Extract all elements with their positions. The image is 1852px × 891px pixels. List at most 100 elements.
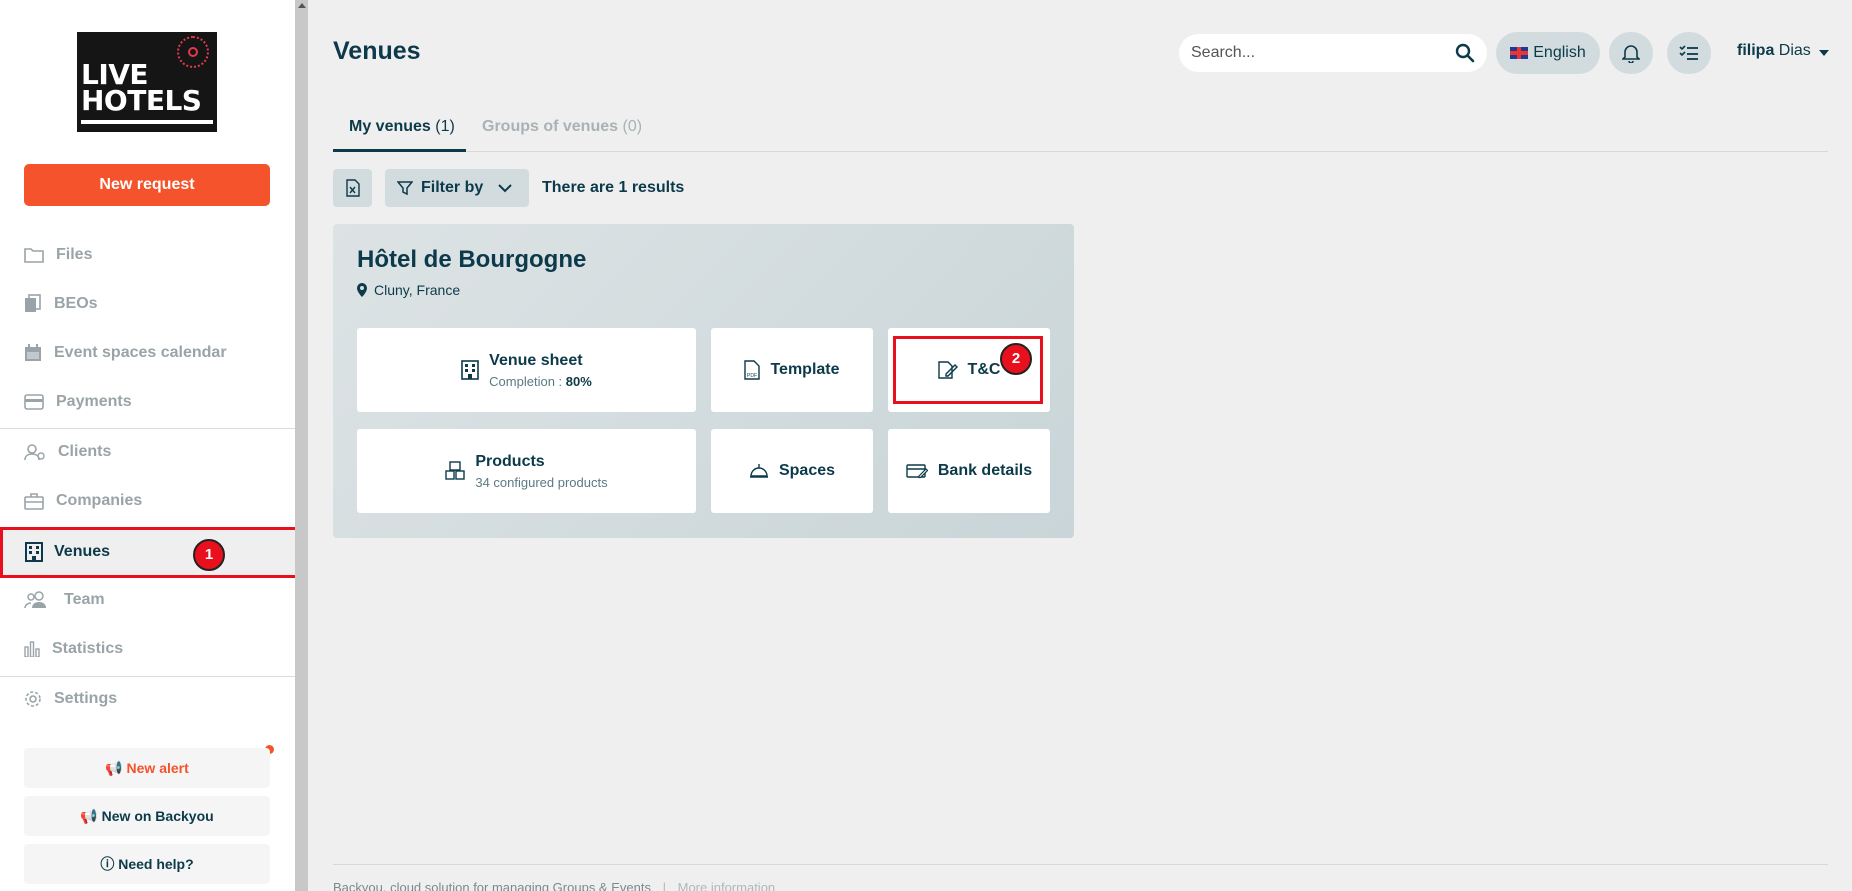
tab-groups-of-venues[interactable]: Groups of venues (0) <box>482 118 642 136</box>
bell-icon <box>1622 45 1640 63</box>
tab-label: My venues <box>349 118 431 135</box>
venue-sheet-tile[interactable]: Venue sheet Completion : 80% <box>357 328 696 412</box>
chevron-down-icon <box>498 184 512 193</box>
sidebar-item-companies[interactable]: Companies <box>24 486 142 516</box>
bar-chart-icon <box>24 641 40 657</box>
folder-icon <box>24 248 44 263</box>
tab-label: Groups of venues <box>482 118 619 135</box>
building-icon <box>461 360 479 380</box>
completion-text: Completion : 80% <box>489 374 592 389</box>
new-on-backyou-label: New on Backyou <box>101 808 214 824</box>
tasks-button[interactable] <box>1667 32 1711 74</box>
sidebar-divider <box>0 676 295 677</box>
user-menu[interactable]: filipa Dias <box>1737 42 1811 60</box>
tabs-divider <box>333 151 1828 152</box>
pdf-file-icon: PDF <box>744 360 761 380</box>
new-on-backyou-button[interactable]: 📢 New on Backyou <box>24 796 270 836</box>
products-title: Products <box>475 452 545 470</box>
checklist-icon <box>1679 45 1698 60</box>
boxes-icon <box>445 461 466 480</box>
footer-text: Backyou, cloud solution for managing Gro… <box>333 880 651 891</box>
clients-icon <box>24 444 45 461</box>
card-edit-icon <box>906 464 928 479</box>
sidebar-item-label: Companies <box>56 492 143 509</box>
sidebar-item-event-spaces-calendar[interactable]: Event spaces calendar <box>24 338 227 368</box>
tab-active-indicator <box>333 149 466 152</box>
sidebar-item-payments[interactable]: Payments <box>24 387 132 417</box>
venue-location: Cluny, France <box>357 282 460 298</box>
search-box[interactable] <box>1179 34 1487 72</box>
sidebar-item-label: Statistics <box>52 640 124 657</box>
bank-details-title: Bank details <box>937 462 1033 479</box>
more-information-link[interactable]: More information <box>678 880 776 891</box>
briefcase-icon <box>24 493 44 510</box>
sidebar-item-clients[interactable]: Clients <box>24 437 111 467</box>
bank-details-tile[interactable]: Bank details <box>888 429 1050 513</box>
export-excel-button[interactable] <box>333 169 372 207</box>
help-circle-icon: ⓘ <box>100 856 115 872</box>
sidebar-scrollbar[interactable] <box>295 0 308 891</box>
new-alert-button[interactable]: 📢 New alert <box>24 748 270 788</box>
results-count: There are 1 results <box>542 179 685 196</box>
sidebar-item-label: Venues <box>54 543 111 560</box>
excel-file-icon <box>345 179 360 197</box>
sidebar-item-label: Team <box>64 591 105 608</box>
spaces-title: Spaces <box>778 462 836 479</box>
svg-text:PDF: PDF <box>747 373 757 379</box>
lamp-icon <box>749 464 768 478</box>
sidebar-divider <box>0 428 295 429</box>
new-alert-label: New alert <box>126 760 189 776</box>
sidebar-item-label: Event spaces calendar <box>54 344 227 361</box>
footer: Backyou, cloud solution for managing Gro… <box>333 880 775 891</box>
sidebar-item-settings[interactable]: Settings <box>24 684 117 714</box>
notifications-button[interactable] <box>1609 32 1653 74</box>
sidebar: LIVE HOTELS New request Files BEOs Event… <box>0 0 301 891</box>
sidebar-item-files[interactable]: Files <box>24 240 92 270</box>
megaphone-icon: 📢 <box>105 760 123 776</box>
new-request-button[interactable]: New request <box>24 164 270 206</box>
user-first-name: filipa <box>1737 42 1775 59</box>
need-help-label: Need help? <box>118 856 194 872</box>
search-input[interactable] <box>1191 42 1441 64</box>
search-icon[interactable] <box>1455 43 1475 63</box>
spaces-tile[interactable]: Spaces <box>711 429 873 513</box>
annotation-badge-2: 2 <box>1000 343 1032 375</box>
sidebar-item-statistics[interactable]: Statistics <box>24 634 123 664</box>
sidebar-item-label: Payments <box>56 393 132 410</box>
page-title: Venues <box>333 37 421 65</box>
products-tile[interactable]: Products 34 configured products <box>357 429 696 513</box>
team-icon <box>24 591 46 609</box>
language-label: English <box>1533 44 1586 61</box>
live-hotels-logo[interactable]: LIVE HOTELS <box>77 32 217 132</box>
scroll-up-arrow-icon[interactable] <box>298 3 306 8</box>
venue-sheet-title: Venue sheet <box>489 351 583 369</box>
building-icon <box>25 542 43 562</box>
sidebar-item-beos[interactable]: BEOs <box>24 289 98 319</box>
template-tile[interactable]: PDF Template <box>711 328 873 412</box>
sidebar-item-label: BEOs <box>54 295 98 312</box>
footer-divider <box>333 864 1828 865</box>
credit-card-icon <box>24 394 44 410</box>
documents-icon <box>25 294 41 312</box>
tab-my-venues[interactable]: My venues (1) <box>349 118 455 136</box>
calendar-icon <box>25 344 41 361</box>
user-last-name: Dias <box>1778 42 1811 59</box>
map-pin-icon <box>357 283 367 297</box>
venue-name[interactable]: Hôtel de Bourgogne <box>357 246 586 274</box>
sidebar-item-team[interactable]: Team <box>24 585 105 615</box>
need-help-button[interactable]: ⓘ Need help? <box>24 844 270 884</box>
filter-by-button[interactable]: Filter by <box>385 169 529 207</box>
gear-icon <box>25 691 41 707</box>
sidebar-item-venues[interactable]: Venues <box>0 527 301 578</box>
template-title: Template <box>770 361 840 378</box>
completion-value: 80% <box>565 373 592 389</box>
sidebar-item-label: Clients <box>58 443 112 460</box>
language-selector[interactable]: English <box>1496 32 1600 74</box>
filter-icon <box>397 181 413 196</box>
caret-down-icon[interactable] <box>1819 50 1829 56</box>
products-count: 34 configured products <box>475 474 608 490</box>
tab-count: (1) <box>435 118 455 135</box>
sidebar-item-label: Settings <box>54 690 118 707</box>
uk-flag-icon <box>1510 47 1529 59</box>
completion-label: Completion : <box>489 373 563 389</box>
